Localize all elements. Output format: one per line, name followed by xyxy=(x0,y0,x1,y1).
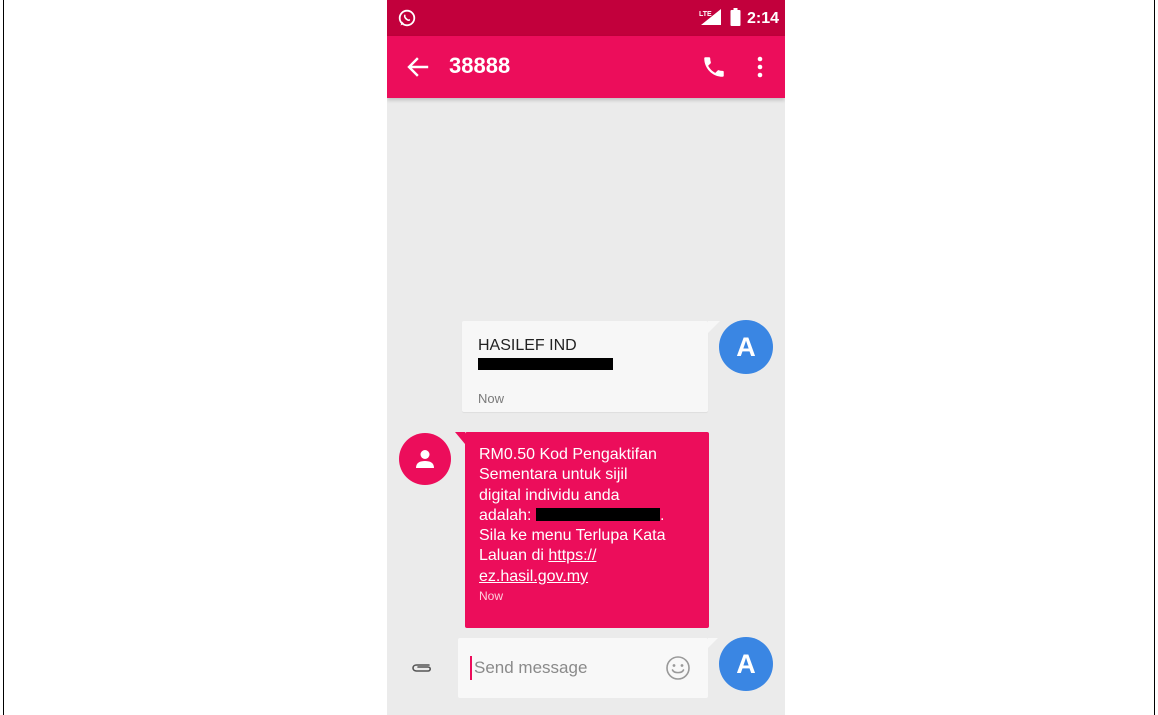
smiley-icon xyxy=(666,656,690,680)
status-bar: LTE 2:14 xyxy=(387,0,785,36)
emoji-button[interactable] xyxy=(664,654,692,682)
app-bar: 38888 xyxy=(387,36,785,98)
call-button[interactable] xyxy=(701,54,727,80)
message-line: Sementara untuk sijil xyxy=(479,466,628,484)
outgoing-message-text: HASILEF IND xyxy=(478,337,577,354)
signal-icon: LTE xyxy=(698,8,724,30)
paperclip-icon xyxy=(412,664,432,672)
compose-box xyxy=(458,638,718,698)
message-timestamp: Now xyxy=(478,391,505,406)
message-input[interactable] xyxy=(470,656,649,680)
incoming-message-text: RM0.50 Kod Pengaktifan Sementara untuk s… xyxy=(479,445,695,587)
message-link-cont[interactable]: ez.hasil.gov.my xyxy=(479,568,588,585)
message-timestamp: Now xyxy=(479,589,504,604)
battery-icon xyxy=(730,8,741,30)
redacted-block xyxy=(478,358,613,370)
phone-icon xyxy=(704,57,724,77)
network-type-label: LTE xyxy=(699,11,712,18)
contact-avatar[interactable] xyxy=(399,433,451,485)
avatar-letter: A xyxy=(736,648,756,679)
phone-screen: LTE 2:14 38888 HASILEF IND Now A RM0.50 … xyxy=(387,0,785,715)
message-line: RM0.50 Kod Pengaktifan xyxy=(479,446,657,463)
avatar-letter: A xyxy=(736,331,756,362)
back-button[interactable] xyxy=(405,54,431,80)
attach-button[interactable] xyxy=(409,656,435,678)
outgoing-message[interactable]: HASILEF IND Now xyxy=(462,321,720,412)
incoming-message[interactable]: RM0.50 Kod Pengaktifan Sementara untuk s… xyxy=(455,432,709,628)
person-icon xyxy=(416,450,434,468)
redacted-code xyxy=(535,507,660,521)
message-line-end: . xyxy=(659,506,665,524)
whatsapp-icon xyxy=(398,9,416,31)
status-time: 2:14 xyxy=(746,10,779,27)
conversation-title: 38888 xyxy=(449,53,511,78)
self-avatar[interactable]: A xyxy=(719,637,773,691)
arrow-left-icon xyxy=(407,57,429,77)
sender-avatar[interactable]: A xyxy=(719,320,773,374)
message-link[interactable]: https:// xyxy=(548,547,596,564)
more-options-button[interactable] xyxy=(748,54,772,80)
message-line: adalah: xyxy=(479,506,536,524)
message-line: Sila ke menu Terlupa Kata xyxy=(479,527,666,545)
message-line: Laluan di xyxy=(479,547,549,565)
more-vert-icon xyxy=(757,56,763,78)
message-line: digital individu anda xyxy=(479,486,620,504)
